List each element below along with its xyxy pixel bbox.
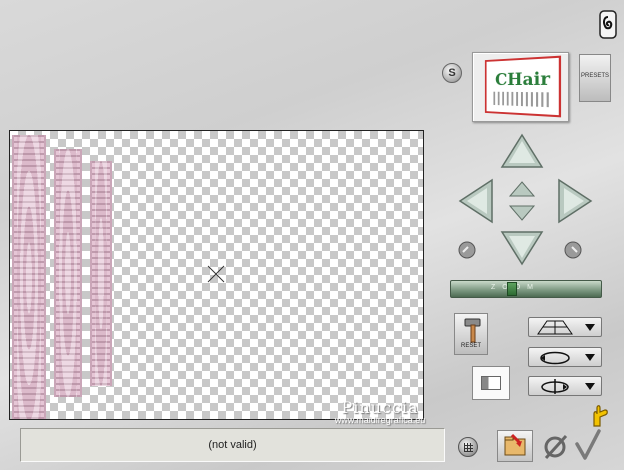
small-down-icon (508, 205, 536, 221)
watermark-url: www.maidiregrafica.eu (334, 415, 426, 425)
rotate-right-button[interactable] (563, 240, 583, 265)
crosshair-icon (207, 265, 225, 283)
chevron-down-icon (585, 383, 595, 390)
arrow-left-button[interactable] (458, 178, 496, 224)
rotation-loop-icon (540, 351, 570, 365)
chevron-down-icon (585, 354, 595, 361)
rotate-left-button[interactable] (457, 240, 477, 265)
save-button[interactable] (497, 430, 533, 462)
small-up-icon (508, 181, 536, 197)
save-folder-icon (504, 433, 526, 456)
zoom-slider[interactable]: ZOOM (450, 280, 602, 298)
preview-thumbnail[interactable]: CHair (472, 52, 569, 122)
pink-lace-strip (90, 161, 112, 386)
presets-label: PRESETS (580, 73, 609, 79)
arrow-down-icon (500, 231, 544, 266)
hammer-icon (464, 318, 481, 343)
thumbnail-pattern (493, 91, 553, 108)
rotate-right-icon (564, 241, 582, 259)
arrow-up-icon (500, 133, 544, 168)
chevron-down-icon (585, 324, 595, 331)
status-bar: (not valid) (20, 428, 445, 462)
pink-lace-strip (12, 135, 46, 419)
rotation-dropdown[interactable] (528, 347, 602, 367)
spin-dropdown[interactable] (528, 376, 602, 396)
cancel-icon[interactable] (542, 432, 570, 460)
ok-checkmark-icon[interactable] (574, 428, 602, 462)
reset-label: RESET (460, 343, 481, 349)
preview-canvas[interactable] (9, 130, 424, 420)
zoom-slider-thumb[interactable] (507, 282, 517, 296)
arrow-right-icon (558, 178, 593, 224)
arrow-left-icon (458, 178, 493, 224)
perspective-dropdown[interactable] (528, 317, 602, 337)
watermark: Pinuccia www.maidiregrafica.eu (320, 398, 440, 425)
help-icon[interactable] (598, 10, 618, 40)
reset-button[interactable]: RESET (454, 313, 488, 355)
spin-axis-icon (541, 379, 569, 394)
arrow-down-button[interactable] (500, 228, 544, 266)
thumbnail-image: CHair (484, 55, 562, 118)
hand-icon[interactable] (588, 402, 612, 428)
pink-lace-strip (54, 149, 82, 397)
s-button[interactable]: S (442, 63, 462, 83)
perspective-grid-icon (537, 320, 573, 335)
rotate-left-icon (458, 241, 476, 259)
presets-button[interactable]: PRESETS (579, 54, 611, 102)
zoom-out-small-arrow[interactable] (508, 204, 536, 222)
thumbnail-text: CHair (495, 68, 550, 91)
color-swatch-button[interactable] (472, 366, 510, 400)
zoom-in-small-arrow[interactable] (508, 180, 536, 198)
grid-icon[interactable] (458, 437, 478, 457)
arrow-right-button[interactable] (555, 178, 593, 224)
color-swatch (481, 376, 501, 390)
arrow-up-button[interactable] (500, 133, 544, 171)
